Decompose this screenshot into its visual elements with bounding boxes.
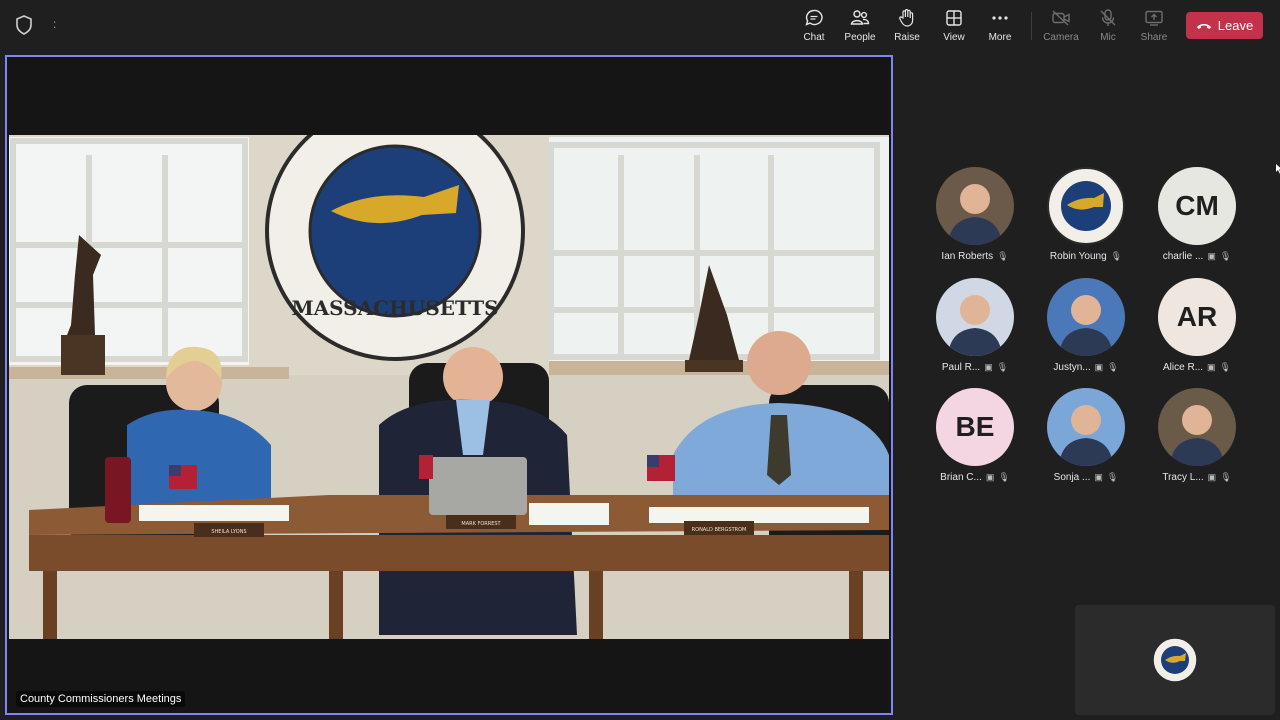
nameplate-3: RONALD BERGSTROM bbox=[692, 527, 747, 533]
video-frame: MASSACHUSETTS SHEILA LYONS MARK FORREST … bbox=[9, 135, 889, 639]
participant-name-text: Robin Young bbox=[1049, 251, 1107, 262]
participant-name-text: Alice R... bbox=[1163, 362, 1204, 373]
camera-off-icon: ▣ bbox=[1207, 362, 1216, 372]
participant-avatar[interactable] bbox=[1047, 167, 1125, 245]
mouse-cursor-icon bbox=[1276, 164, 1280, 174]
participant-name: Sonja ... ▣ 🎙︎ bbox=[1031, 472, 1141, 483]
main-video-stage[interactable]: MASSACHUSETTS SHEILA LYONS MARK FORREST … bbox=[5, 55, 893, 715]
county-seal-avatar bbox=[1047, 167, 1125, 245]
participant-name: Ian Roberts 🎙︎ bbox=[920, 251, 1030, 262]
camera-off-icon: ▣ bbox=[984, 362, 993, 372]
participant-name: Tracy L... ▣ 🎙︎ bbox=[1142, 472, 1252, 483]
seal-text: MASSACHUSETTS bbox=[291, 296, 498, 320]
avatar-initials: CM bbox=[1175, 190, 1219, 221]
more-button[interactable]: More bbox=[977, 8, 1023, 46]
mic-off-icon: 🎙︎ bbox=[1110, 251, 1123, 261]
people-icon bbox=[850, 10, 870, 25]
view-grid-icon bbox=[946, 10, 962, 26]
participant-avatar[interactable] bbox=[936, 278, 1014, 356]
participant-name-text: Sonja ... bbox=[1053, 472, 1091, 483]
participant-name: Brian C... ▣ 🎙︎ bbox=[920, 472, 1030, 483]
participant-photo bbox=[1047, 278, 1125, 356]
shield-icon[interactable] bbox=[15, 15, 33, 35]
avatar-initials: AR bbox=[1176, 301, 1218, 332]
raise-hand-icon bbox=[899, 9, 914, 27]
camera-label: Camera bbox=[1043, 32, 1079, 43]
mic-off-icon: 🎙︎ bbox=[998, 472, 1010, 482]
mic-label: Mic bbox=[1100, 32, 1116, 43]
mic-off-icon: 🎙︎ bbox=[1107, 362, 1119, 372]
participant-name-text: Tracy L... bbox=[1162, 472, 1204, 483]
mic-off-icon: 🎙︎ bbox=[1219, 251, 1232, 261]
more-options-dots[interactable]: : bbox=[53, 17, 56, 31]
participant-photo bbox=[936, 167, 1014, 245]
participant-avatar[interactable] bbox=[936, 167, 1014, 245]
participant-name: Paul R... ▣ 🎙︎ bbox=[920, 362, 1030, 373]
view-button[interactable]: View bbox=[931, 8, 977, 46]
avatar-initials: BE bbox=[955, 411, 995, 442]
people-button[interactable]: People bbox=[837, 8, 883, 46]
mic-off-icon: 🎙︎ bbox=[1106, 472, 1119, 482]
participant-avatar[interactable]: BE bbox=[936, 388, 1014, 466]
more-dots-icon bbox=[992, 16, 1008, 20]
participant-name: Robin Young 🎙︎ bbox=[1031, 251, 1141, 262]
mic-off-icon: 🎙︎ bbox=[1220, 472, 1232, 482]
participant-name-text: Brian C... bbox=[940, 472, 982, 483]
nameplate-1: SHEILA LYONS bbox=[211, 529, 246, 535]
meeting-toolbar: : Chat People Raise View More Camera Mic… bbox=[0, 0, 1280, 50]
participant-name: Alice R... ▣ 🎙︎ bbox=[1142, 362, 1252, 373]
more-label: More bbox=[988, 32, 1012, 43]
participant-name-text: Ian Roberts bbox=[941, 251, 994, 262]
county-seal-logo bbox=[1152, 637, 1198, 683]
self-view-tile[interactable] bbox=[1075, 605, 1275, 715]
participant-avatar[interactable] bbox=[1047, 388, 1125, 466]
leave-label: Leave bbox=[1217, 18, 1254, 33]
participant-name-text: Justyn... bbox=[1053, 362, 1091, 373]
nameplate-2: MARK FORREST bbox=[461, 521, 501, 527]
participant-name: Justyn... ▣ 🎙︎ bbox=[1031, 362, 1141, 373]
share-label: Share bbox=[1140, 32, 1168, 43]
participant-name-text: Paul R... bbox=[941, 362, 981, 373]
toolbar-divider bbox=[1031, 12, 1032, 40]
raise-label: Raise bbox=[894, 32, 920, 43]
leave-button[interactable]: Leave bbox=[1186, 12, 1263, 39]
participant-avatar[interactable] bbox=[1158, 388, 1236, 466]
meeting-room-video: MASSACHUSETTS SHEILA LYONS MARK FORREST … bbox=[9, 135, 889, 639]
camera-off-icon: ▣ bbox=[1207, 472, 1217, 482]
people-label: People bbox=[844, 32, 876, 43]
camera-off-icon: ▣ bbox=[1094, 362, 1104, 372]
mic-off-icon: 🎙︎ bbox=[1219, 362, 1231, 372]
mic-off-icon bbox=[1100, 9, 1116, 26]
participant-avatar[interactable] bbox=[1047, 278, 1125, 356]
mic-off-icon: 🎙︎ bbox=[996, 362, 1009, 372]
chat-icon bbox=[805, 9, 823, 26]
mic-off-icon: 🎙︎ bbox=[997, 251, 1009, 261]
camera-off-icon bbox=[1052, 10, 1070, 26]
view-label: View bbox=[943, 32, 965, 43]
chat-button[interactable]: Chat bbox=[791, 8, 837, 46]
participant-avatar[interactable]: CM bbox=[1158, 167, 1236, 245]
stage-caption: County Commissioners Meetings bbox=[16, 691, 186, 707]
share-button[interactable]: Share bbox=[1131, 8, 1177, 46]
participant-name: charlie ... ▣ 🎙︎ bbox=[1142, 251, 1252, 262]
raise-hand-button[interactable]: Raise bbox=[884, 8, 930, 46]
camera-button[interactable]: Camera bbox=[1038, 8, 1084, 46]
participant-photo bbox=[936, 278, 1014, 356]
participant-photo bbox=[1158, 388, 1236, 466]
participant-avatar[interactable]: AR bbox=[1158, 278, 1236, 356]
mic-button[interactable]: Mic bbox=[1085, 8, 1131, 46]
participant-name-text: charlie ... bbox=[1162, 251, 1204, 262]
share-screen-icon bbox=[1145, 10, 1163, 26]
participant-photo bbox=[1047, 388, 1125, 466]
hang-up-icon bbox=[1196, 23, 1211, 29]
camera-off-icon: ▣ bbox=[1094, 472, 1103, 482]
camera-off-icon: ▣ bbox=[1207, 251, 1216, 261]
chat-label: Chat bbox=[803, 32, 825, 43]
camera-off-icon: ▣ bbox=[985, 472, 995, 482]
